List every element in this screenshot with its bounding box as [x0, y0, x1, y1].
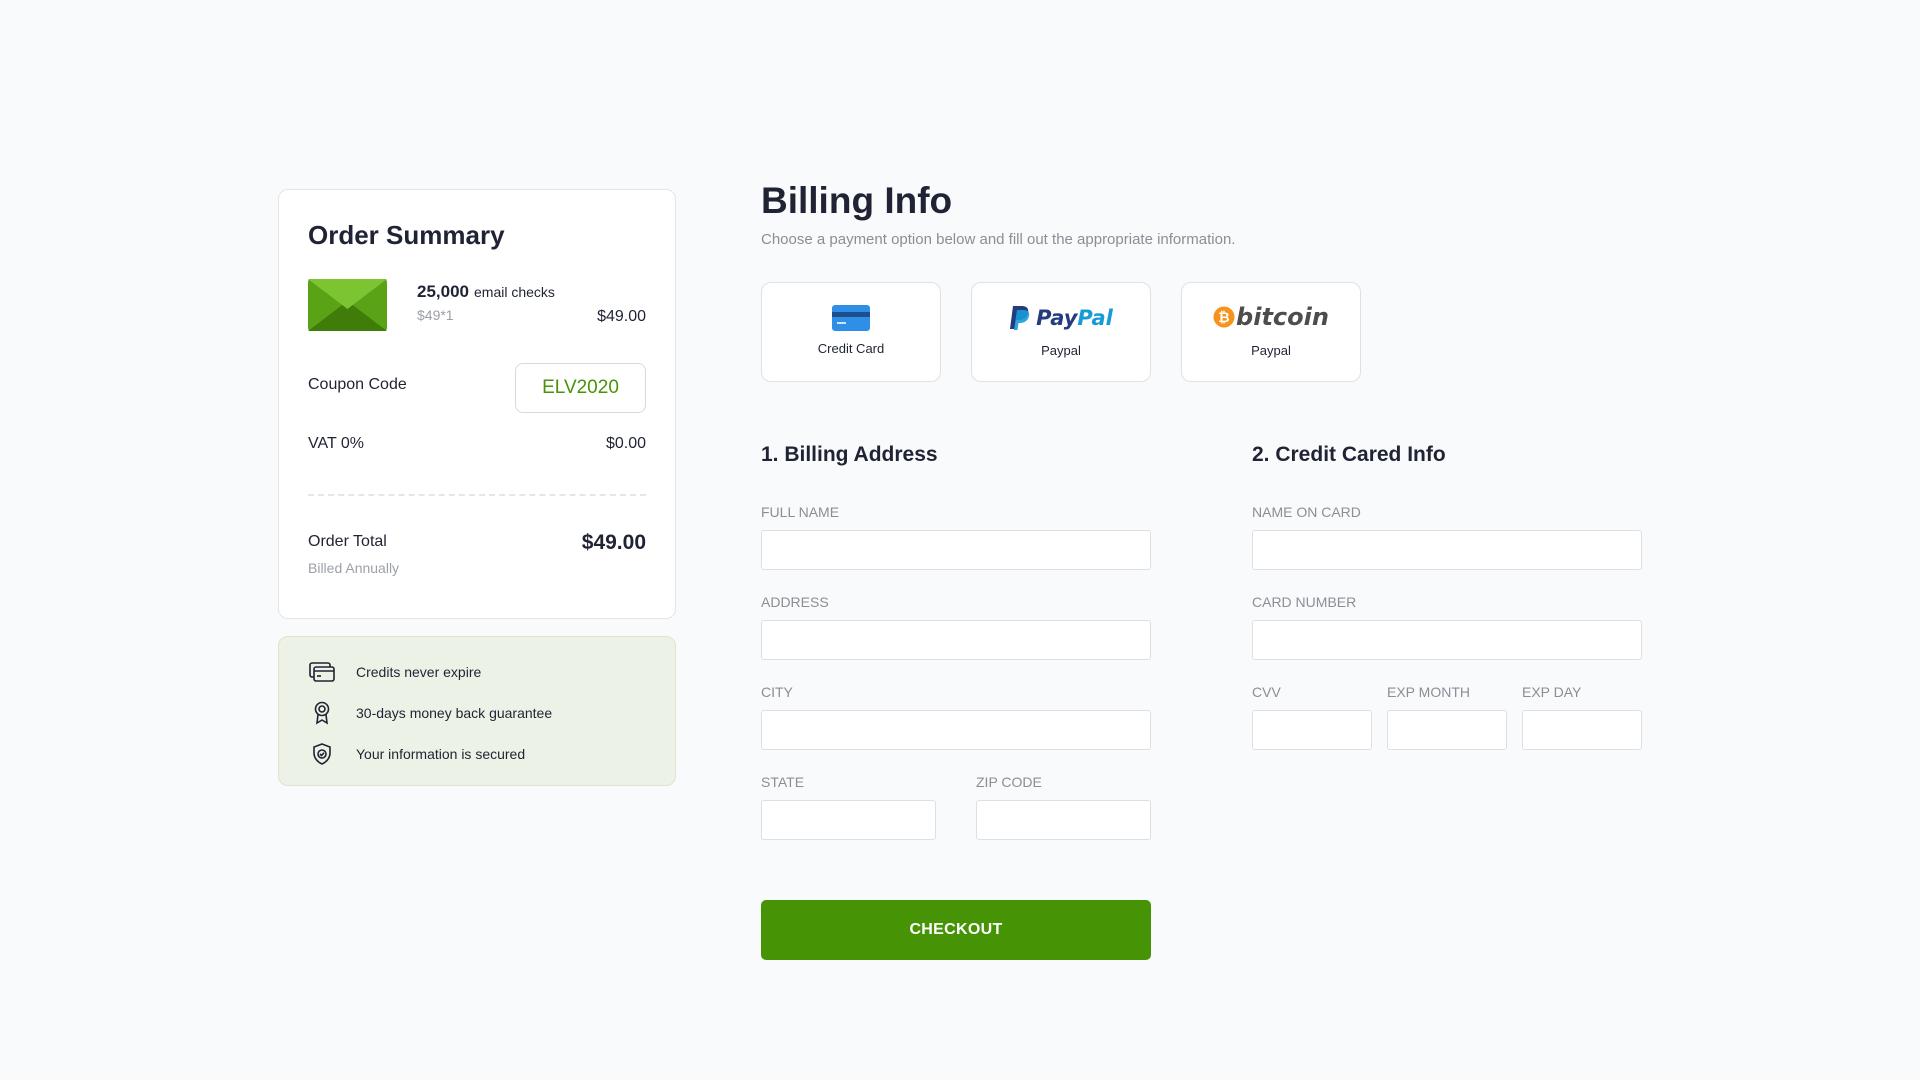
zip-code-input[interactable] — [976, 800, 1151, 840]
shield-check-icon — [308, 740, 336, 768]
card-number-input[interactable] — [1252, 620, 1642, 660]
exp-day-input[interactable] — [1522, 710, 1642, 750]
full-name-label: FULL NAME — [761, 504, 840, 520]
benefit-item: 30-days money back guarantee — [308, 699, 552, 727]
product-unit-price: $49*1 — [417, 307, 454, 323]
state-input[interactable] — [761, 800, 936, 840]
coupon-code-input[interactable] — [515, 363, 646, 413]
product-price: $49.00 — [597, 308, 646, 325]
exp-month-label: EXP MONTH — [1387, 684, 1470, 700]
order-total-value: $49.00 — [581, 531, 646, 554]
order-summary-title: Order Summary — [308, 220, 505, 250]
billing-info-title: Billing Info — [761, 180, 953, 221]
benefit-text: 30-days money back guarantee — [356, 705, 553, 721]
payment-option-label: Paypal — [1251, 343, 1291, 358]
credit-card-icon — [762, 305, 940, 331]
envelope-icon — [308, 279, 387, 331]
address-input[interactable] — [761, 620, 1151, 660]
order-summary-card: Order Summary 25,000 email checks $49*1 $… — [278, 189, 676, 619]
zip-code-label: ZIP CODE — [976, 774, 1042, 790]
payment-option-bitcoin[interactable]: ₿ bitcoin Paypal — [1181, 282, 1361, 382]
vat-label: VAT 0% — [308, 435, 365, 452]
coupon-code-label: Coupon Code — [308, 376, 407, 393]
name-on-card-label: NAME ON CARD — [1252, 504, 1361, 520]
billing-address-title: 1. Billing Address — [761, 443, 938, 466]
benefit-item: Your information is secured — [308, 740, 525, 768]
bitcoin-logo-text: bitcoin — [1236, 303, 1329, 331]
card-number-label: CARD NUMBER — [1252, 594, 1357, 610]
cvv-label: CVV — [1252, 684, 1281, 700]
cvv-input[interactable] — [1252, 710, 1372, 750]
product-quantity: 25,000 email checks — [417, 282, 555, 301]
city-label: CITY — [761, 684, 793, 700]
award-ribbon-icon — [308, 699, 336, 727]
billing-info-subtitle: Choose a payment option below and fill o… — [761, 231, 1236, 248]
payment-option-label: Credit Card — [817, 341, 885, 356]
benefit-item: Credits never expire — [308, 658, 481, 686]
benefit-text: Credits never expire — [356, 664, 482, 680]
exp-day-label: EXP DAY — [1522, 684, 1582, 700]
state-label: STATE — [761, 774, 805, 790]
credit-card-icon — [308, 658, 336, 686]
city-input[interactable] — [761, 710, 1151, 750]
payment-option-credit-card[interactable]: Credit Card — [761, 282, 941, 382]
payment-option-paypal[interactable]: PayPal Paypal — [971, 282, 1151, 382]
full-name-input[interactable] — [761, 530, 1151, 570]
benefit-text: Your information is secured — [356, 746, 526, 762]
billing-period-label: Billed Annually — [308, 560, 400, 576]
benefits-card: Credits never expire 30-days money back … — [278, 636, 676, 786]
vat-value: $0.00 — [605, 435, 646, 452]
order-total-label: Order Total — [308, 533, 387, 550]
bitcoin-logo: ₿ bitcoin — [1182, 303, 1360, 331]
exp-month-input[interactable] — [1387, 710, 1507, 750]
paypal-logo-text-a: Pay — [1036, 306, 1078, 330]
svg-text:₿: ₿ — [1218, 310, 1229, 326]
payment-option-label: Paypal — [1041, 343, 1081, 358]
name-on-card-input[interactable] — [1252, 530, 1642, 570]
card-info-title: 2. Credit Cared Info — [1252, 443, 1446, 466]
paypal-logo-text-b: Pal — [1077, 306, 1113, 330]
checkout-button[interactable]: CHECKOUT — [761, 900, 1151, 960]
address-label: ADDRESS — [761, 594, 829, 610]
paypal-logo: PayPal — [972, 305, 1150, 331]
dashed-divider — [308, 494, 646, 496]
